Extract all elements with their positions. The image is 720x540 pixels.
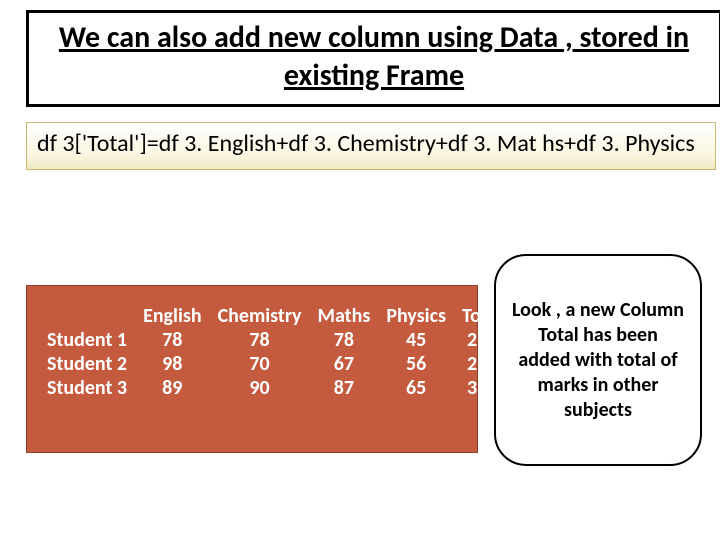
table-row: Student 3 89 90 87 65 331 [39,376,510,400]
code-text: df 3['Total']=df 3. English+df 3. Chemis… [37,129,695,158]
row-label: Student 1 [39,328,135,352]
table-header-row: English Chemistry Maths Physics Total [39,304,510,328]
cell: 67 [310,352,379,376]
cell: 78 [310,328,379,352]
cell: 87 [310,376,379,400]
table-panel: English Chemistry Maths Physics Total St… [26,285,478,453]
cell: 56 [378,352,454,376]
row-label: Student 2 [39,352,135,376]
slide-title: We can also add new column using Data , … [41,19,707,94]
cell: 90 [210,376,310,400]
cell: 45 [378,328,454,352]
cell: 89 [135,376,210,400]
title-box: We can also add new column using Data , … [26,10,720,107]
callout-box: Look , a new Column Total has been added… [494,254,702,466]
cell: 70 [210,352,310,376]
col-blank [39,304,135,328]
cell: 78 [135,328,210,352]
row-label: Student 3 [39,376,135,400]
table-row: Student 1 78 78 78 45 279 [39,328,510,352]
cell: 78 [210,328,310,352]
col-maths: Maths [310,304,379,328]
col-physics: Physics [378,304,454,328]
col-chemistry: Chemistry [210,304,310,328]
code-box: df 3['Total']=df 3. English+df 3. Chemis… [26,122,716,170]
callout-text: Look , a new Column Total has been added… [510,298,686,423]
col-english: English [135,304,210,328]
cell: 65 [378,376,454,400]
cell: 98 [135,352,210,376]
table-row: Student 2 98 70 67 56 291 [39,352,510,376]
data-table: English Chemistry Maths Physics Total St… [39,304,510,400]
